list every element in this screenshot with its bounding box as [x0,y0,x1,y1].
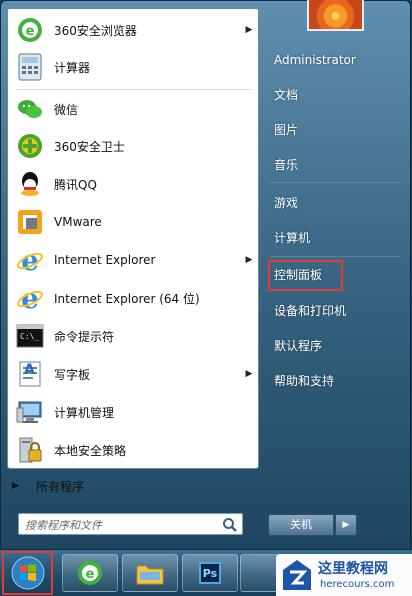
submenu-arrow-icon[interactable]: ▶ [242,255,256,265]
cmd-icon: C:\_ [14,320,46,352]
program-item-wordpad[interactable]: A 写字板 ▶ [10,356,256,392]
divider [16,89,252,90]
watermark: 这里教程网 herecours.com [276,554,412,596]
program-item-computer-management[interactable]: 计算机管理 [10,394,256,430]
default-programs-link[interactable]: 默认程序 [264,333,404,359]
folder-icon [136,565,164,585]
program-label: Internet Explorer [54,253,156,267]
arrow-right-icon: ▶ [12,481,19,491]
games-link[interactable]: 游戏 [264,190,404,216]
search-box[interactable] [18,513,243,535]
divider [270,256,400,257]
shutdown-options-arrow-icon[interactable]: ▶ [335,514,357,536]
music-link[interactable]: 音乐 [264,152,404,178]
start-button-highlight [2,551,53,595]
wordpad-icon: A [14,358,46,390]
shutdown-button[interactable]: 关机 [268,514,334,536]
program-item-360-browser[interactable]: e 360安全浏览器 ▶ [10,12,256,48]
svg-text:A: A [24,362,35,378]
svg-text:e: e [21,284,39,312]
program-item-security-policy[interactable]: 本地安全策略 [10,432,256,468]
pictures-link[interactable]: 图片 [264,117,404,143]
help-support-link[interactable]: 帮助和支持 [264,368,404,394]
all-programs-label: 所有程序 [36,479,85,494]
program-item-wechat[interactable]: 微信 [10,91,256,127]
program-label: 360安全卫士 [54,139,125,154]
svg-text:e: e [86,567,95,582]
program-label: 360安全浏览器 [54,23,137,38]
search-input[interactable] [23,516,217,534]
program-label: 本地安全策略 [54,443,127,458]
program-item-cmd[interactable]: C:\_ 命令提示符 [10,318,256,354]
watermark-url: herecours.com [320,579,395,590]
calculator-icon [14,51,46,83]
control-panel-highlight [268,260,343,291]
qq-icon [14,168,46,200]
security-policy-icon [14,434,46,466]
program-item-360-safe[interactable]: 360安全卫士 [10,128,256,164]
submenu-arrow-icon[interactable]: ▶ [242,25,256,35]
documents-link[interactable]: 文档 [264,82,404,108]
program-label: 微信 [54,102,79,117]
taskbar-photoshop[interactable]: Ps [182,554,238,592]
360-browser-icon: e [78,561,102,585]
360-browser-icon: e [14,14,46,46]
programs-panel: e 360安全浏览器 ▶ 计算器 微信 360安全卫士 腾讯QQ VMware … [7,8,259,469]
program-label: VMware [54,215,102,229]
program-label: 写字板 [54,367,91,382]
user-name-link[interactable]: Administrator [264,47,404,73]
program-label: Internet Explorer (64 位) [54,291,200,306]
program-label: 腾讯QQ [54,177,97,192]
search-icon[interactable] [222,517,238,533]
ie64-icon: e [14,282,46,314]
program-item-calculator[interactable]: 计算器 [10,49,256,85]
divider [270,182,400,183]
program-item-ie64[interactable]: e Internet Explorer (64 位) [10,280,256,316]
ie-icon: e [14,244,46,276]
program-item-ie[interactable]: e Internet Explorer ▶ [10,242,256,278]
360-safe-icon [14,130,46,162]
program-label: 命令提示符 [54,329,115,344]
program-label: 计算器 [54,60,91,75]
watermark-title: 这里教程网 [318,561,388,577]
devices-printers-link[interactable]: 设备和打印机 [264,298,404,324]
watermark-logo-icon [283,560,311,590]
all-programs-button[interactable]: ▶ 所有程序 [2,468,254,504]
photoshop-icon: Ps [199,562,221,584]
vmware-icon [14,206,46,238]
program-label: 计算机管理 [54,405,115,420]
computer-link[interactable]: 计算机 [264,225,404,251]
program-item-qq[interactable]: 腾讯QQ [10,166,256,202]
program-item-vmware[interactable]: VMware [10,204,256,240]
svg-text:C:\_: C:\_ [20,332,39,341]
taskbar-360-browser[interactable]: e [62,554,118,592]
svg-text:e: e [21,246,39,274]
user-avatar[interactable] [307,0,364,31]
computer-management-icon [14,396,46,428]
submenu-arrow-icon[interactable]: ▶ [242,369,256,379]
taskbar-file-explorer[interactable] [122,554,178,592]
svg-text:e: e [26,24,35,39]
wechat-icon [14,93,46,125]
